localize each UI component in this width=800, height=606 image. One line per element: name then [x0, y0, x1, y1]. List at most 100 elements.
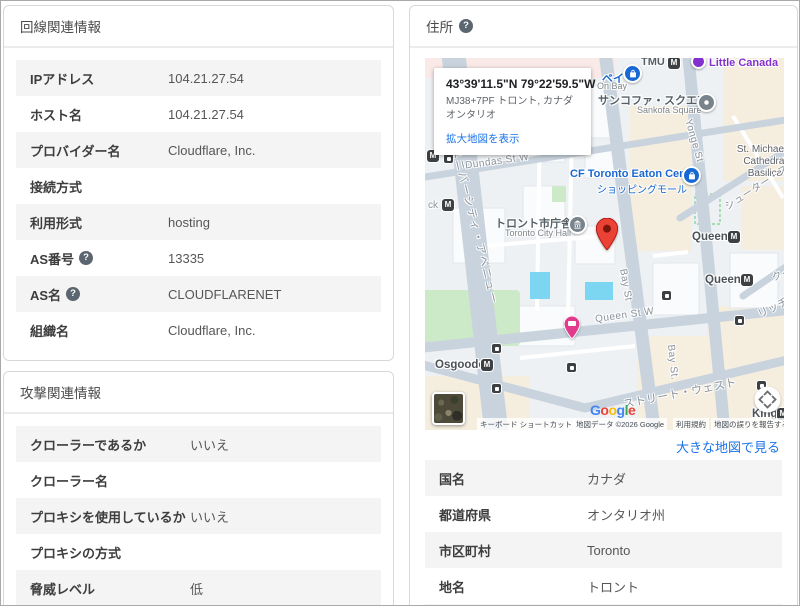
line-info-title: 回線関連情報 — [20, 20, 101, 35]
map-label-tmu: TMU — [641, 58, 665, 68]
help-icon[interactable]: ? — [79, 251, 94, 265]
coordinates-title: 43°39'11.5"N 79°22'59.5"W — [446, 77, 596, 91]
line-info-header: 回線関連情報 — [4, 6, 393, 48]
map-label-sankofa-en: Sankofa Square — [637, 105, 702, 115]
table-row: AS名? CLOUDFLARENET — [16, 276, 381, 312]
row-value: hosting — [168, 214, 210, 230]
row-value: 104.21.27.54 — [168, 106, 244, 122]
table-row: 接続方式 — [16, 168, 381, 204]
open-larger-map-link[interactable]: 大きな地図で見る — [425, 430, 782, 460]
table-row: 組織名 Cloudflare, Inc. — [16, 312, 381, 348]
table-row: クローラー名 — [16, 462, 381, 498]
map-label-city-hall-en: Toronto City Hall — [505, 228, 572, 238]
row-label: AS番号? — [30, 249, 168, 268]
transit-icon — [662, 291, 671, 300]
sankofa-poi-icon[interactable] — [697, 93, 716, 112]
row-value: 13335 — [168, 250, 205, 266]
row-value: CLOUDFLARENET — [168, 286, 282, 302]
row-label: 利用形式 — [30, 215, 83, 231]
map-label-queen-station: Queen — [692, 231, 728, 243]
row-value: いいえ — [190, 437, 230, 453]
row-value: 低 — [190, 581, 204, 597]
table-row: 国名 カナダ — [425, 460, 782, 496]
table-row: AS番号? 13335 — [16, 240, 381, 276]
line-info-card: 回線関連情報 IPアドレス 104.21.27.54 ホスト名 104.21.2… — [3, 5, 394, 361]
row-value: Toronto — [587, 542, 631, 558]
row-label: AS名? — [30, 285, 168, 304]
row-label: プロキシを使用しているか — [30, 509, 186, 525]
terms-link[interactable]: 利用規約 — [673, 418, 709, 430]
row-label: クローラー名 — [30, 473, 109, 489]
map-label-osgoode-station: Osgoode — [435, 359, 485, 371]
row-label: 組織名 — [30, 323, 70, 339]
table-row: 市区町村 Toronto — [425, 532, 782, 568]
map-label-eaton-sub: ショッピングモール — [597, 185, 687, 196]
address-card: 住所 ? TMU M Little Canada ベイ On Bay サンコファ… — [409, 5, 798, 605]
row-value: 104.21.27.54 — [168, 70, 244, 86]
row-label: プロキシの方式 — [30, 545, 122, 561]
transit-icon — [492, 344, 501, 353]
table-row: ホスト名 104.21.27.54 — [16, 96, 381, 132]
attack-info-title: 攻撃関連情報 — [20, 386, 101, 401]
city-hall-poi-icon[interactable] — [568, 215, 587, 234]
address-title: 住所 — [426, 20, 453, 35]
table-row: クローラーであるか いいえ — [16, 426, 381, 462]
row-value: Cloudflare, Inc. — [168, 322, 256, 338]
row-value: カナダ — [587, 471, 627, 487]
metro-station-icon: M — [481, 359, 493, 371]
row-label: 地名 — [439, 579, 466, 595]
shopping-bag-icon[interactable] — [682, 166, 701, 185]
metro-station-icon: M — [741, 274, 753, 286]
plus-code-address: MJ38+7PF トロント, カナダ オンタリオ — [446, 96, 573, 121]
table-row: 都道府県 オンタリオ州 — [425, 496, 782, 532]
page: 回線関連情報 IPアドレス 104.21.27.54 ホスト名 104.21.2… — [0, 0, 800, 606]
help-icon[interactable]: ? — [66, 287, 81, 301]
transit-icon — [735, 316, 744, 325]
address-header: 住所 ? — [410, 6, 797, 48]
table-row: 脅威レベル 低 — [16, 570, 381, 605]
row-value: いいえ — [190, 509, 230, 525]
row-label: ホスト名 — [30, 107, 83, 123]
table-row: 地名 トロント — [425, 568, 782, 604]
row-label: 都道府県 — [439, 507, 492, 523]
satellite-toggle-thumbnail[interactable] — [432, 392, 465, 425]
attack-info-header: 攻撃関連情報 — [4, 372, 393, 414]
map-label-little-canada[interactable]: Little Canada — [709, 58, 778, 69]
map-label-ck: ck — [428, 200, 438, 211]
report-map-error-link[interactable]: 地図の誤りを報告する — [711, 418, 784, 430]
hotel-pin-icon[interactable] — [563, 315, 581, 344]
pan-control[interactable] — [754, 386, 781, 413]
metro-station-icon: M — [728, 231, 740, 243]
metro-station-icon: M — [668, 58, 680, 69]
table-row: プロキシの方式 — [16, 534, 381, 570]
row-label: クローラーであるか — [30, 437, 147, 453]
google-logo[interactable]: Google — [590, 402, 636, 418]
line-info-body: IPアドレス 104.21.27.54 ホスト名 104.21.27.54 プロ… — [4, 48, 393, 360]
row-label: プロバイダー名 — [30, 143, 121, 159]
table-row: IPアドレス 104.21.27.54 — [16, 60, 381, 96]
map-data-attribution: 地図データ ©2026 Google — [573, 418, 668, 430]
map-info-window: 43°39'11.5"N 79°22'59.5"W MJ38+7PF トロント,… — [434, 68, 596, 155]
row-value: オンタリオ州 — [587, 507, 666, 523]
transit-icon — [492, 384, 501, 393]
transit-icon — [567, 363, 576, 372]
map-label-queen-station: Queen — [705, 274, 741, 286]
row-label: 脅威レベル — [30, 581, 96, 597]
row-label: 国名 — [439, 471, 466, 487]
map-label-on-bay: On Bay — [597, 81, 628, 91]
help-icon[interactable]: ? — [459, 19, 473, 33]
table-row: プロバイダー名 Cloudflare, Inc. — [16, 132, 381, 168]
view-larger-map-link[interactable]: 拡大地図を表示 — [446, 131, 520, 146]
map-label-eaton-centre[interactable]: CF Toronto Eaton Centre — [570, 168, 700, 180]
google-map[interactable]: TMU M Little Canada ベイ On Bay サンコファ・スクエア… — [425, 58, 784, 430]
row-value: Cloudflare, Inc. — [168, 142, 256, 158]
row-label: 接続方式 — [30, 179, 83, 195]
map-pin-icon[interactable] — [595, 217, 619, 255]
table-row: プロキシを使用しているか いいえ — [16, 498, 381, 534]
attack-info-body: クローラーであるか いいえ クローラー名 プロキシを使用しているか いいえ プロ… — [4, 414, 393, 605]
row-value: トロント — [587, 579, 640, 595]
keyboard-shortcuts-button[interactable]: キーボード ショートカット — [477, 418, 576, 430]
address-body: TMU M Little Canada ベイ On Bay サンコファ・スクエア… — [410, 48, 797, 605]
attack-info-card: 攻撃関連情報 クローラーであるか いいえ クローラー名 プロキシを使用しているか… — [3, 371, 394, 605]
metro-station-icon: M — [442, 199, 454, 211]
